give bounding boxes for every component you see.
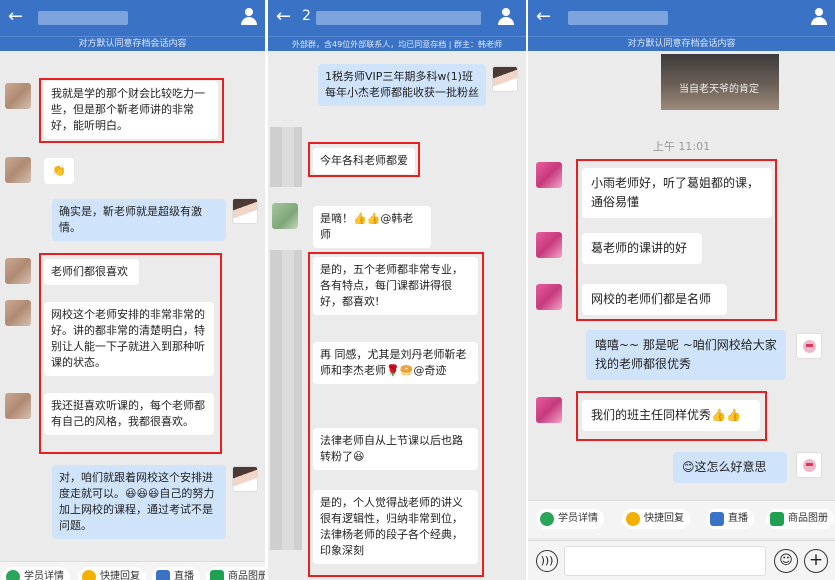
user-icon [540, 512, 554, 526]
archive-notice: 对方默认同意存档会话内容 [528, 36, 835, 51]
highlight-box [39, 78, 224, 143]
quick-toolbar: 学员详情 快捷回复 直播 商品图册 [528, 500, 835, 538]
highlight-box [39, 253, 222, 454]
chat-panel-2: ← 2 外部群，含49位外部联系人，均已同意存档 | 群主：韩老师 1税务师VI… [268, 0, 526, 580]
person-icon[interactable] [811, 8, 827, 26]
message-bubble: 是嘀！👍👍@韩老师 [313, 206, 431, 248]
chat-panel-3: ← 对方默认同意存档会话内容 当自老天爷的肯定 上午 11:01 小雨老师好，听… [528, 0, 835, 580]
avatar[interactable] [5, 83, 31, 109]
timestamp: 上午 11:01 [652, 140, 711, 153]
highlight-box [576, 159, 777, 321]
pill-label: 商品图册 [788, 513, 828, 524]
pill-label: 快捷回复 [100, 571, 140, 580]
quick-reply-button[interactable]: 快捷回复 [622, 509, 690, 529]
back-arrow-icon[interactable]: ← [8, 6, 23, 28]
live-icon [156, 570, 170, 580]
live-icon [710, 512, 724, 526]
plus-icon[interactable]: + [804, 549, 828, 573]
product-album-button[interactable]: 商品图册 [766, 509, 834, 529]
avatar[interactable] [796, 452, 822, 478]
student-details-button[interactable]: 学员详情 [536, 509, 604, 529]
quick-reply-button[interactable]: 快捷回复 [78, 567, 146, 580]
chat-panel-1: ← 对方默认同意存档会话内容 我就是学的那个财会比较吃力一些，但是那个靳老师讲的… [0, 0, 265, 580]
avatar[interactable] [232, 466, 258, 492]
product-album-button[interactable]: 商品图册 [206, 567, 265, 580]
bolt-icon [626, 512, 640, 526]
message-bubble: 对，咱们就跟着网校这个安排进度走就可以。😆😆😆自己的努力加上网校的课程，通过考试… [52, 465, 226, 539]
avatar[interactable] [5, 258, 31, 284]
emoji-icon[interactable]: ☺ [774, 549, 798, 573]
avatar[interactable] [272, 203, 298, 229]
shop-icon [210, 570, 224, 580]
group-title: 2 [302, 8, 311, 24]
pixelated-avatar [270, 250, 302, 550]
live-button[interactable]: 直播 [152, 567, 200, 580]
blurred-title [316, 11, 481, 25]
avatar[interactable] [5, 393, 31, 419]
blurred-title [568, 11, 668, 25]
avatar[interactable] [536, 232, 562, 258]
avatar[interactable] [232, 198, 258, 224]
pill-label: 学员详情 [558, 513, 598, 524]
message-bubble: 👏 [44, 158, 74, 184]
avatar[interactable] [536, 284, 562, 310]
archive-notice: 外部群，含49位外部联系人，均已同意存档 | 群主：韩老师 [268, 36, 526, 51]
back-arrow-icon[interactable]: ← [276, 6, 291, 28]
group-members-icon[interactable] [498, 8, 518, 26]
photo-caption: 当自老天爷的肯定 [679, 84, 759, 95]
pill-label: 直播 [728, 513, 748, 524]
avatar[interactable] [492, 66, 518, 92]
avatar[interactable] [536, 162, 562, 188]
bolt-icon [82, 570, 96, 580]
message-bubble: 😊这怎么好意思 [673, 452, 787, 483]
pill-label: 快捷回复 [644, 513, 684, 524]
chat-header: ← 2 [268, 0, 526, 36]
pixelated-avatar [270, 127, 302, 187]
live-button[interactable]: 直播 [706, 509, 754, 529]
shop-icon [770, 512, 784, 526]
archive-notice: 对方默认同意存档会话内容 [0, 36, 265, 51]
pill-label: 学员详情 [24, 571, 64, 580]
message-bubble: 确实是，靳老师就是超级有激情。 [52, 199, 226, 241]
message-input[interactable] [564, 546, 766, 576]
chat-header: ← [528, 0, 835, 36]
pill-label: 直播 [174, 571, 194, 580]
input-bar: ))) ☺ + [528, 540, 835, 580]
avatar[interactable] [5, 300, 31, 326]
student-details-button[interactable]: 学员详情 [2, 567, 70, 580]
quick-toolbar: 学员详情 快捷回复 直播 商品图册 [0, 561, 265, 580]
pill-label: 商品图册 [228, 571, 265, 580]
message-bubble: 1税务师VIP三年期多科w(1)班 每年小杰老师都能收获一批粉丝 [318, 64, 486, 106]
chat-header: ← [0, 0, 265, 36]
blurred-title [38, 11, 128, 25]
avatar[interactable] [796, 333, 822, 359]
highlight-box [308, 142, 420, 177]
highlight-box [576, 391, 767, 441]
back-arrow-icon[interactable]: ← [536, 6, 551, 28]
voice-icon[interactable]: ))) [536, 550, 558, 572]
avatar[interactable] [5, 157, 31, 183]
avatar[interactable] [536, 397, 562, 423]
image-message[interactable]: 当自老天爷的肯定 [661, 54, 779, 110]
user-icon [6, 570, 20, 580]
person-icon[interactable] [241, 8, 257, 26]
highlight-box [308, 252, 484, 577]
message-bubble: 嘻嘻~~ 那是呢 ~咱们网校给大家找的老师都很优秀 [586, 330, 786, 380]
